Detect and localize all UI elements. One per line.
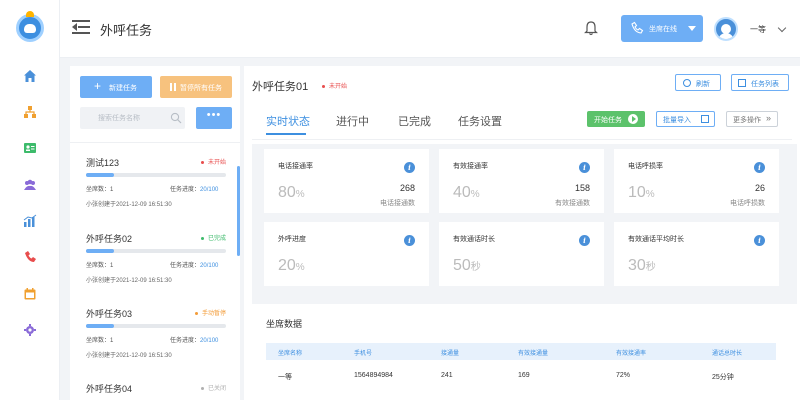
metric-card: 电话接通率 i 80% 268 电话接通数 (264, 149, 429, 213)
task-list-item[interactable]: 外呼任务02 已完成 坐席数：1 任务进度：20/100 小张创建于2021-1… (86, 232, 226, 302)
calendar-icon[interactable] (23, 287, 37, 301)
task-list-item[interactable]: 外呼任务03 手动暂停 坐席数：1 任务进度：20/100 小张创建于2021-… (86, 307, 226, 377)
avatar[interactable] (714, 17, 738, 41)
table-header: 坐席名称 手机号 接通量 有效接通量 有效接通率 通话总时长 (266, 343, 776, 360)
gear-icon[interactable] (23, 323, 37, 337)
tab-task-settings[interactable]: 任务设置 (458, 113, 502, 129)
tab-realtime-status[interactable]: 实时状态 (266, 113, 310, 129)
table-row[interactable]: 一等 1564894984 241 169 72% 25分钟 (266, 368, 776, 386)
list-icon (738, 79, 746, 87)
pause-icon (170, 83, 176, 91)
agent-status-label: 坐席在线 (649, 26, 677, 33)
tabs-divider (252, 139, 792, 140)
play-icon (628, 114, 638, 124)
task-list-button[interactable]: 任务列表 (731, 74, 789, 91)
org-chart-icon[interactable] (23, 105, 37, 119)
info-icon[interactable]: i (404, 235, 415, 246)
status-badge: 手动暂停 (194, 308, 226, 317)
agent-status-dropdown[interactable]: 坐席在线 (621, 15, 703, 42)
task-list-item[interactable]: 外呼任务04 已关闭 (86, 382, 226, 400)
start-task-button[interactable]: 开始任务 (587, 111, 645, 127)
task-list-panel: + 新建任务 暂停所有任务 ••• 测试123 未开始 坐席数：1 任务进度：2… (70, 66, 240, 400)
top-header: 外呼任务 坐席在线 一等 (60, 0, 800, 58)
search-icon[interactable] (170, 112, 182, 124)
page-title: 外呼任务 (100, 23, 153, 38)
search-input[interactable] (80, 107, 165, 129)
info-icon[interactable]: i (579, 235, 590, 246)
active-tab-indicator (266, 133, 306, 135)
plus-icon: + (94, 79, 102, 93)
task-list-item[interactable]: 测试123 未开始 坐席数：1 任务进度：20/100 小张创建于2021-12… (86, 156, 226, 226)
batch-import-button[interactable]: 批量导入 (656, 111, 715, 127)
status-badge: 未开始 (322, 81, 347, 90)
refresh-icon (683, 79, 691, 87)
info-icon[interactable]: i (404, 162, 415, 173)
tab-completed[interactable]: 已完成 (398, 113, 431, 129)
caret-down-icon (688, 26, 696, 31)
bell-icon[interactable] (583, 20, 599, 36)
left-nav-rail (0, 0, 60, 400)
pause-all-tasks-button[interactable]: 暂停所有任务 (160, 76, 232, 98)
status-badge: 已完成 (200, 233, 226, 242)
task-title: 外呼任务01 (252, 81, 309, 93)
metric-card: 有效通话平均时长 i 30秒 (614, 222, 779, 286)
bar-chart-icon[interactable] (23, 214, 37, 228)
metric-card: 有效接通率 i 40% 158 有效接通数 (439, 149, 604, 213)
contact-card-icon[interactable] (23, 141, 37, 155)
info-icon[interactable]: i (754, 235, 765, 246)
chevron-down-icon[interactable] (777, 23, 787, 33)
divider (70, 142, 240, 143)
status-badge: 已关闭 (200, 383, 226, 392)
refresh-button[interactable]: 刷新 (675, 74, 721, 91)
metric-card: 电话呼损率 i 10% 26 电话呼损数 (614, 149, 779, 213)
metric-card: 有效通话时长 i 50秒 (439, 222, 604, 286)
user-name[interactable]: 一等 (750, 24, 766, 35)
task-search (80, 107, 185, 129)
menu-collapse-icon[interactable] (72, 20, 90, 36)
tab-in-progress[interactable]: 进行中 (336, 113, 369, 129)
scrollbar[interactable] (237, 166, 240, 256)
metrics-grid: 电话接通率 i 80% 268 电话接通数 有效接通率 i 40% 158 有效… (252, 144, 797, 304)
task-detail-panel: 外呼任务01 未开始 刷新 任务列表 实时状态 进行中 已完成 任务设置 开始任… (244, 66, 800, 400)
task-progress-bar (86, 249, 226, 253)
double-chevron-right-icon: » (766, 113, 772, 123)
info-icon[interactable]: i (754, 162, 765, 173)
import-icon (701, 115, 709, 123)
more-options-button[interactable]: ••• (196, 107, 232, 129)
new-task-button[interactable]: + 新建任务 (80, 76, 152, 98)
home-icon[interactable] (23, 69, 37, 83)
phone-tools-icon[interactable] (23, 250, 37, 264)
task-progress-bar (86, 324, 226, 328)
phone-icon (631, 21, 644, 34)
users-group-icon[interactable] (23, 178, 37, 192)
section-title: 坐席数据 (266, 319, 303, 329)
status-badge: 未开始 (200, 157, 226, 166)
task-progress-bar (86, 173, 226, 177)
app-logo (16, 11, 44, 42)
metric-card: 外呼进度 i 20% (264, 222, 429, 286)
info-icon[interactable]: i (579, 162, 590, 173)
more-operations-button[interactable]: 更多操作 » (726, 111, 778, 127)
